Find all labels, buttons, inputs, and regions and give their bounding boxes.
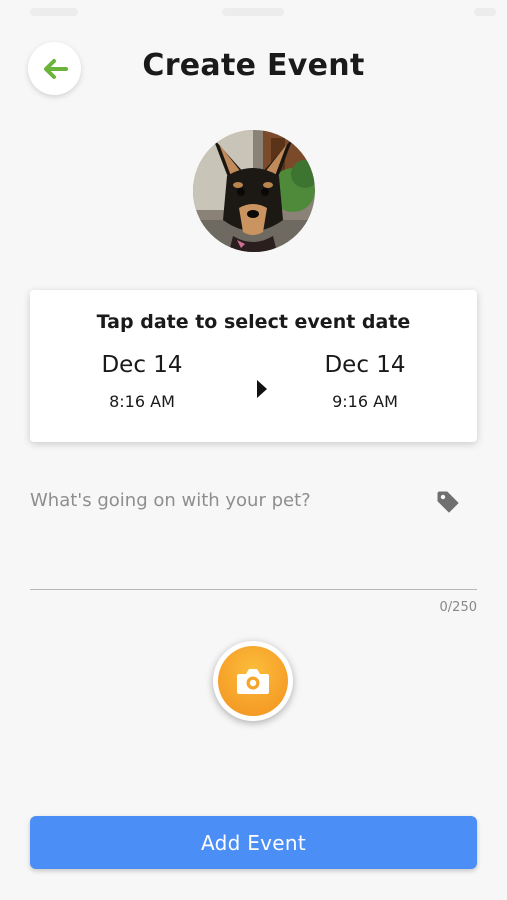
add-event-button[interactable]: Add Event: [30, 816, 477, 869]
dog-photo-image: [193, 130, 315, 252]
start-date-picker[interactable]: Dec 14 8:16 AM: [57, 352, 227, 411]
description-input[interactable]: [30, 480, 430, 580]
start-date[interactable]: Dec 14: [57, 352, 227, 378]
camera-button[interactable]: [213, 641, 293, 721]
date-card: Tap date to select event date Dec 14 8:1…: [30, 290, 477, 442]
page-title: Create Event: [142, 48, 365, 83]
pet-avatar[interactable]: [193, 130, 315, 252]
input-underline: [30, 589, 477, 590]
status-carrier: [222, 8, 284, 16]
end-time[interactable]: 9:16 AM: [280, 392, 450, 411]
status-time: [30, 8, 78, 16]
end-date-picker[interactable]: Dec 14 9:16 AM: [280, 352, 450, 411]
start-time[interactable]: 8:16 AM: [57, 392, 227, 411]
tag-icon[interactable]: [436, 490, 460, 514]
char-counter: 0/250: [439, 600, 477, 615]
camera-button-inner: [218, 646, 288, 716]
status-battery: [474, 8, 496, 16]
camera-icon: [237, 669, 269, 694]
date-hint: Tap date to select event date: [96, 311, 411, 333]
status-bar: [0, 0, 507, 24]
end-date[interactable]: Dec 14: [280, 352, 450, 378]
triangle-right-icon: [257, 380, 267, 398]
